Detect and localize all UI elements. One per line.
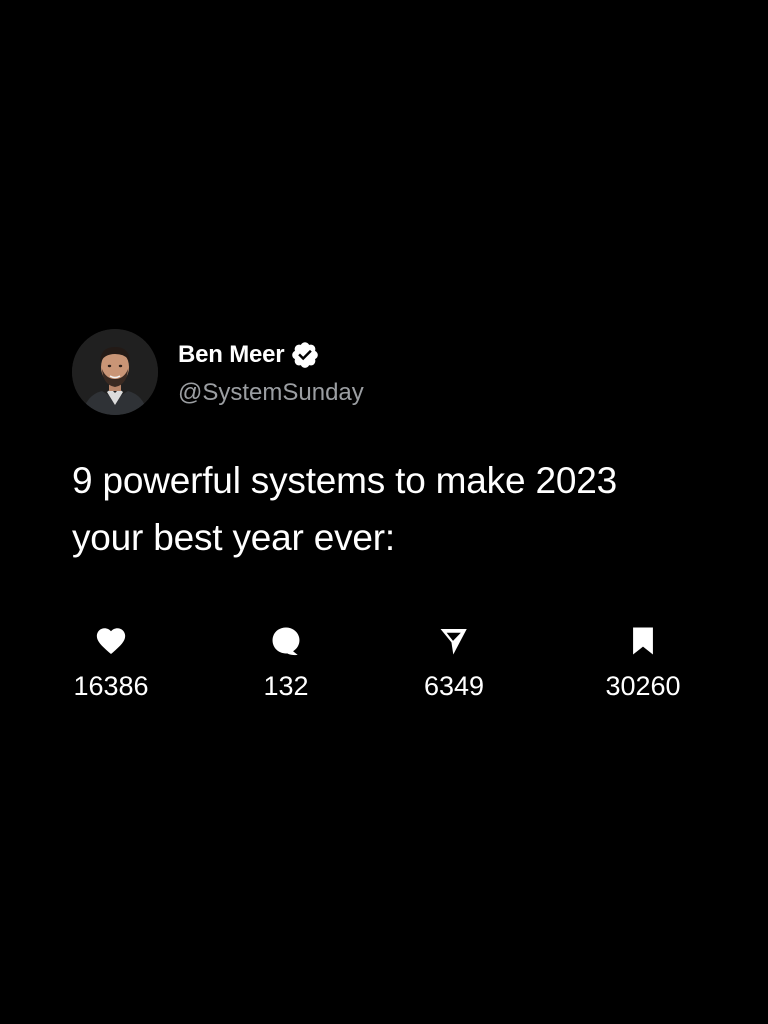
author-name-row: Ben Meer — [178, 339, 320, 371]
tweet-text-line-2: your best year ever: — [72, 517, 395, 558]
avatar[interactable] — [72, 329, 158, 415]
paper-plane-icon[interactable] — [437, 624, 471, 658]
shares-stat[interactable]: 6349 — [384, 624, 524, 702]
avatar-photo — [72, 329, 158, 415]
tweet-text-line-1: 9 powerful systems to make 2023 — [72, 460, 617, 501]
shares-count: 6349 — [423, 671, 485, 701]
likes-stat[interactable]: 16386 — [41, 624, 181, 702]
bookmarks-stat[interactable]: 30260 — [573, 624, 713, 702]
speech-bubble-icon[interactable] — [269, 624, 303, 658]
replies-count: 132 — [263, 671, 309, 701]
replies-stat[interactable]: 132 — [216, 624, 356, 702]
likes-count: 16386 — [73, 671, 149, 701]
tweet-text: 9 powerful systems to make 2023 your bes… — [72, 452, 712, 566]
bookmark-icon[interactable] — [626, 624, 660, 658]
author-handle[interactable]: @SystemSunday — [178, 377, 364, 409]
heart-icon[interactable] — [94, 624, 128, 658]
author-display-name[interactable]: Ben Meer — [178, 339, 285, 371]
bookmarks-count: 30260 — [605, 671, 681, 701]
verified-badge-icon — [290, 340, 320, 370]
tweet-card: Ben Meer @SystemSunday 9 powerful system… — [0, 0, 768, 1024]
